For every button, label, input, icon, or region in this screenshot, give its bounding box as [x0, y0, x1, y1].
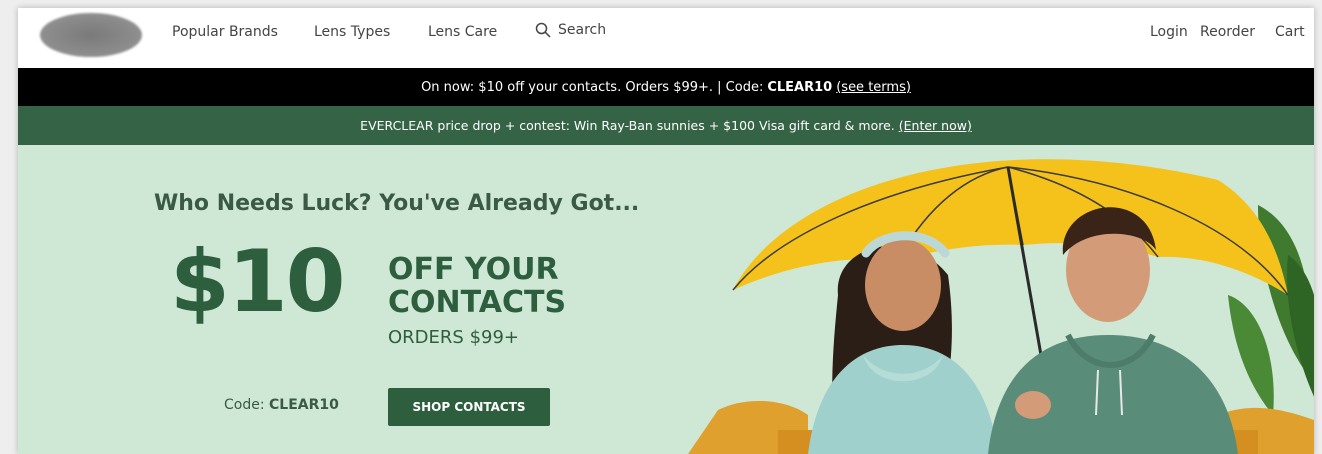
search-label: Search [558, 22, 607, 38]
nav-cart[interactable]: Cart [1275, 24, 1305, 40]
woman-illustration [808, 231, 998, 454]
shop-contacts-button[interactable]: SHOP CONTACTS [388, 388, 550, 426]
hero-code-value: CLEAR10 [269, 397, 339, 413]
promo-bar-discount: On now: $10 off your contacts. Orders $9… [18, 68, 1314, 106]
enter-now-link[interactable]: (Enter now) [899, 118, 972, 133]
top-nav: Popular Brands Lens Types Lens Care Sear… [18, 8, 1314, 68]
hero-off-line-1: OFF YOUR [388, 252, 559, 287]
hero-off-line-2: CONTACTS [388, 285, 567, 320]
hero-banner[interactable]: Who Needs Luck? You've Already Got... $1… [18, 145, 1314, 454]
hero-headline: Who Needs Luck? You've Already Got... [154, 191, 640, 216]
hero-code-label: Code: [224, 397, 265, 413]
promo-discount-text: On now: $10 off your contacts. Orders $9… [421, 79, 764, 95]
hero-orders-minimum: ORDERS $99+ [388, 327, 520, 348]
hero-image [688, 159, 1314, 454]
nav-reorder[interactable]: Reorder [1200, 24, 1255, 40]
nav-login[interactable]: Login [1150, 24, 1188, 40]
hero-code: Code: CLEAR10 [224, 397, 339, 413]
promo-bar-contest: EVERCLEAR price drop + contest: Win Ray-… [18, 106, 1314, 145]
nav-lens-types[interactable]: Lens Types [314, 24, 390, 40]
browser-page: Popular Brands Lens Types Lens Care Sear… [18, 8, 1314, 454]
site-logo[interactable] [40, 13, 142, 57]
nav-search[interactable]: Search [535, 22, 606, 38]
search-icon [535, 22, 551, 38]
promo-contest-text: EVERCLEAR price drop + contest: Win Ray-… [360, 118, 895, 133]
hero-amount: $10 [170, 232, 346, 332]
nav-popular-brands[interactable]: Popular Brands [172, 24, 278, 40]
see-terms-link[interactable]: (see terms) [836, 80, 911, 95]
nav-lens-care[interactable]: Lens Care [428, 24, 497, 40]
promo-code: CLEAR10 [767, 79, 833, 95]
